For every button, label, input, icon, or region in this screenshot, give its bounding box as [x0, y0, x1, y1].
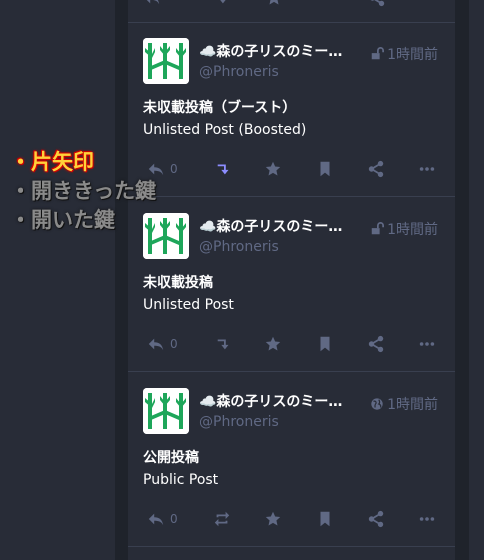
share-icon — [368, 335, 384, 353]
status-content: 未収載投稿 Unlisted Post — [143, 272, 234, 316]
boost-button[interactable] — [215, 334, 233, 354]
relative-time[interactable]: 1時間前 — [387, 44, 438, 64]
relative-time[interactable]: 1時間前 — [387, 394, 438, 414]
boost-one-way-arrow-icon — [217, 164, 229, 175]
reply-button[interactable]: 0 — [147, 334, 178, 354]
annotation-legend: ・片矢印 ・開ききった鍵 ・開いた鍵 — [10, 148, 156, 235]
content-line: 未収載投稿 — [143, 275, 213, 291]
status-item[interactable]: ☁️森の子リスのミー… @Phroneris 1時間前 未収載投稿 Unlist… — [128, 197, 455, 372]
content-line: Unlisted Post — [143, 297, 234, 313]
content-line: Unlisted Post (Boosted) — [143, 122, 307, 138]
visibility-time[interactable]: 1時間前 — [370, 394, 438, 414]
bookmark-icon — [320, 161, 330, 177]
star-icon — [265, 161, 281, 176]
account-handle[interactable]: @Phroneris — [199, 414, 279, 430]
bookmark-icon — [320, 336, 330, 352]
action-bar: 0 — [143, 334, 443, 354]
boost-one-way-arrow-icon — [217, 339, 229, 350]
column-left-edge — [115, 0, 128, 560]
bookmark-button[interactable] — [316, 334, 334, 354]
share-icon — [368, 510, 384, 528]
timeline-column[interactable]: ☁️森の子リスのミー… @Phroneris 1時間前 未収載投稿（ブースト） … — [128, 0, 455, 560]
visibility-time[interactable]: 1時間前 — [370, 44, 438, 64]
account-handle[interactable]: @Phroneris — [199, 64, 279, 80]
bookmark-icon — [320, 511, 330, 527]
share-button[interactable] — [367, 334, 385, 354]
bookmark-button[interactable] — [316, 509, 334, 529]
legend-item-open-lock: ・開いた鍵 — [10, 208, 115, 232]
status-item[interactable]: ☁️森の子リスのミー… @Phroneris 1時間前 未収載投稿（ブースト） … — [128, 22, 455, 197]
ellipsis-icon — [419, 167, 435, 171]
unlock-icon — [371, 47, 385, 60]
account-handle[interactable]: @Phroneris — [199, 239, 279, 255]
share-button[interactable] — [367, 159, 385, 179]
boost-button[interactable] — [215, 159, 233, 179]
content-line: 未収載投稿（ブースト） — [143, 100, 297, 116]
share-icon[interactable] — [368, 0, 386, 8]
relative-time[interactable]: 1時間前 — [387, 219, 438, 239]
unlock-icon — [371, 222, 385, 235]
favourite-button[interactable] — [264, 334, 282, 354]
status-item[interactable]: ☁️森の子リスのミー… @Phroneris 1時間前 公開投稿 Public … — [128, 372, 455, 547]
share-button[interactable] — [367, 509, 385, 529]
display-name[interactable]: ☁️森の子リスのミー… — [199, 391, 344, 411]
star-icon — [265, 511, 281, 526]
retweet-icon — [214, 511, 230, 527]
action-bar: 0 — [143, 159, 443, 179]
reply-icon — [148, 338, 164, 351]
more-button[interactable] — [418, 509, 436, 529]
reply-count: 0 — [170, 512, 178, 526]
more-button[interactable] — [418, 334, 436, 354]
ellipsis-icon — [419, 517, 435, 521]
reply-button[interactable]: 0 — [147, 509, 178, 529]
ellipsis-icon — [419, 342, 435, 346]
avatar[interactable] — [143, 388, 189, 434]
action-bar: 0 — [143, 509, 443, 529]
reply-icon — [148, 513, 164, 526]
favourite-button[interactable] — [264, 509, 282, 529]
reply-count: 0 — [170, 162, 178, 176]
status-content: 未収載投稿（ブースト） Unlisted Post (Boosted) — [143, 97, 306, 141]
status-content: 公開投稿 Public Post — [143, 447, 218, 491]
more-button[interactable] — [418, 159, 436, 179]
globe-icon — [371, 398, 383, 410]
avatar[interactable] — [143, 38, 189, 84]
visibility-time[interactable]: 1時間前 — [370, 219, 438, 239]
display-name[interactable]: ☁️森の子リスのミー… — [199, 216, 344, 236]
status-partial — [128, 0, 455, 23]
legend-item-fully-open-lock: ・開ききった鍵 — [10, 179, 157, 203]
content-line: 公開投稿 — [143, 450, 199, 466]
legend-item-one-way-arrow: ・片矢印 — [10, 150, 94, 174]
content-line: Public Post — [143, 472, 219, 488]
reply-count: 0 — [170, 337, 178, 351]
boost-button[interactable] — [213, 509, 231, 529]
column-right-edge — [455, 0, 469, 560]
favourite-icon[interactable] — [265, 0, 283, 8]
reply-icon[interactable] — [143, 0, 161, 8]
share-icon — [368, 160, 384, 178]
favourite-button[interactable] — [264, 159, 282, 179]
bookmark-button[interactable] — [316, 159, 334, 179]
display-name[interactable]: ☁️森の子リスのミー… — [199, 41, 344, 61]
star-icon — [265, 336, 281, 351]
boost-icon[interactable] — [213, 0, 231, 8]
